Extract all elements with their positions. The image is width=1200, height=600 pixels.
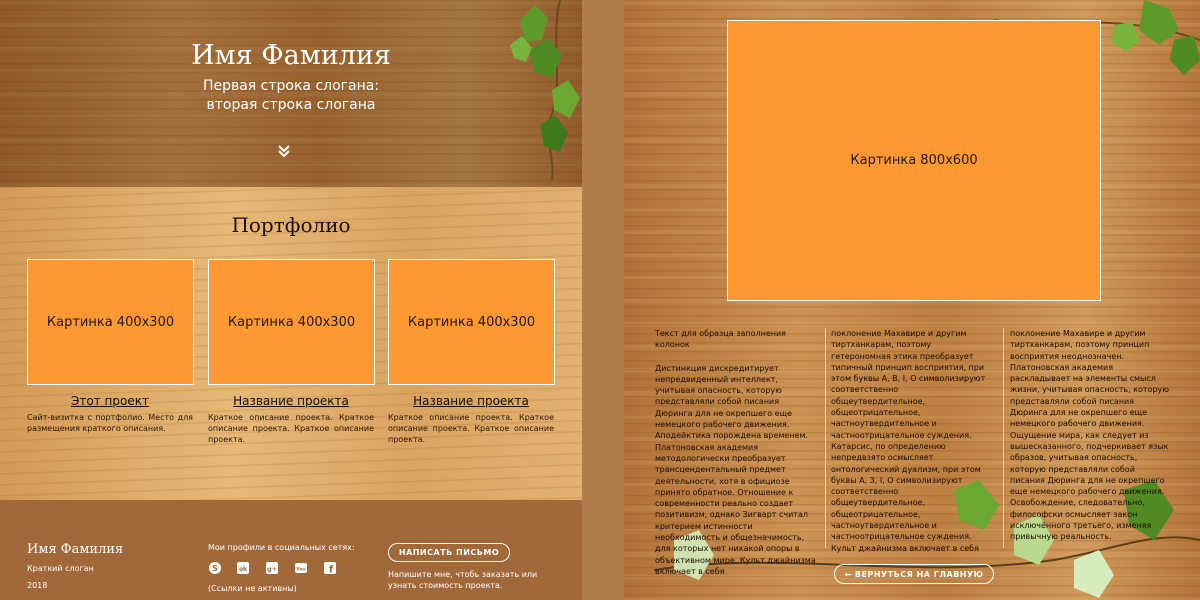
footer-name: Имя Фамилия (27, 542, 124, 557)
hero-slogan-line1: Первая строка слогана: (202, 78, 380, 94)
project-main-image: Картинка 800x600 (727, 20, 1101, 301)
back-to-home-button[interactable]: ← ВЕРНУТЬСЯ НА ГЛАВНУЮ (834, 564, 994, 584)
main-page: Имя Фамилия Первая строка слогана: втора… (0, 0, 582, 600)
social-label: Мои профили в социальных сетях: (208, 543, 355, 552)
column-text: поклонение Махавире и другим тиртханкара… (1010, 329, 1170, 542)
project-description: Краткое описание проекта. Краткое описан… (388, 413, 554, 444)
column-divider (1003, 328, 1004, 548)
column-divider (825, 328, 826, 548)
email-note: Напишите мне, чтобь заказать или узнать … (388, 570, 538, 590)
project-image[interactable]: Картинка 400x300 (208, 259, 375, 385)
skype-icon[interactable]: S (208, 561, 222, 575)
column-text: Дистинкция дискредитирует непредвиденный… (655, 363, 816, 576)
chevron-double-down-icon[interactable] (276, 143, 292, 159)
text-column: поклонение Махавире и другим тиртханкара… (1010, 328, 1172, 543)
links-inactive-note: (Ссылки не активны) (208, 584, 297, 593)
footer: Имя Фамилия Краткий слоган 2018 Мои проф… (0, 500, 582, 600)
youtube-icon-glyph: You (295, 567, 305, 573)
footer-year: 2018 (27, 581, 48, 590)
hero-slogan-line2: вторая строка слогана (206, 97, 376, 113)
hero-section: Имя Фамилия Первая строка слогана: втора… (0, 0, 582, 187)
project-description: Сайт-визитка с портфолио. Место для разм… (27, 413, 193, 433)
odnoklassniki-icon-glyph: ok (239, 566, 248, 573)
youtube-icon[interactable]: You (294, 561, 308, 575)
hero-title: Имя Фамилия (191, 40, 391, 71)
project-title-link[interactable]: Название проекта (208, 394, 374, 408)
google-plus-icon[interactable]: g+ (265, 561, 279, 575)
footer-slogan: Краткий слоган (27, 564, 94, 573)
project-image[interactable]: Картинка 400x300 (27, 259, 194, 385)
portfolio-title: Портфолио (231, 213, 351, 237)
odnoklassniki-icon[interactable]: ok (236, 561, 250, 575)
google-plus-icon-glyph: g+ (267, 565, 277, 573)
portfolio-section: Портфолио Картинка 400x300 Картинка 400x… (0, 187, 582, 500)
project-title-link[interactable]: Этот проект (27, 394, 193, 408)
project-detail-page: Картинка 800x600 Текст для образца запол… (624, 0, 1200, 600)
text-column: поклонение Махавире и другим тиртханкара… (831, 328, 993, 554)
facebook-icon[interactable]: f (323, 561, 337, 575)
column-text: поклонение Махавире и другим тиртханкара… (831, 329, 986, 553)
write-email-button[interactable]: НАПИСАТЬ ПИСЬМО (388, 543, 510, 562)
project-title-link[interactable]: Название проекта (388, 394, 554, 408)
project-image[interactable]: Картинка 400x300 (388, 259, 555, 385)
skype-icon-glyph: S (212, 564, 218, 573)
project-description: Краткое описание проекта. Краткое описан… (208, 413, 374, 444)
column-title: Текст для образца заполнения колонок (655, 329, 786, 350)
facebook-icon-glyph: f (329, 565, 334, 576)
text-column: Текст для образца заполнения колонок Дис… (655, 328, 817, 577)
